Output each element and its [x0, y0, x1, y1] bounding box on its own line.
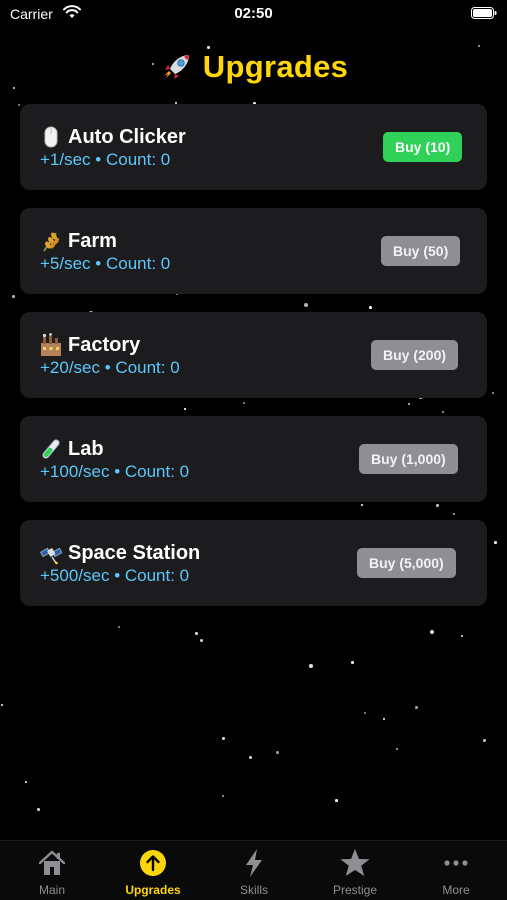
ellipsis-icon: [444, 860, 468, 866]
buy-space-station-button[interactable]: Buy (5,000): [357, 548, 456, 578]
star-dot: [276, 751, 279, 754]
satellite-icon: [40, 547, 62, 565]
star-dot: [18, 104, 20, 106]
mouse-icon: [44, 126, 58, 148]
upgrade-name: Space Station: [68, 541, 201, 564]
star-icon: [340, 849, 370, 876]
star-dot: [12, 295, 15, 298]
arrow-up-circle-icon: [140, 850, 166, 876]
star-dot: [492, 392, 494, 394]
star-dot: [118, 626, 121, 629]
status-bar: Carrier 02:50: [0, 0, 507, 30]
star-dot: [351, 661, 354, 664]
tab-upgrades[interactable]: Upgrades: [103, 847, 203, 900]
page-title-text: Upgrades: [202, 49, 349, 84]
tab-bar: Main Upgrades Skills Prestige More: [0, 840, 507, 900]
star-dot: [335, 799, 338, 802]
star-dot: [25, 781, 27, 783]
star-dot: [442, 411, 445, 414]
star-dot: [200, 639, 203, 642]
upgrade-stats: +5/sec • Count: 0: [40, 254, 171, 273]
factory-icon: [41, 333, 61, 356]
buy-farm-button[interactable]: Buy (50): [381, 236, 461, 266]
star-dot: [408, 403, 411, 406]
star-dot: [309, 664, 313, 668]
tab-skills[interactable]: Skills: [204, 847, 304, 900]
tab-prestige[interactable]: Prestige: [305, 847, 405, 900]
star-dot: [243, 402, 245, 404]
tab-label: Upgrades: [125, 883, 181, 897]
upgrade-stats: +500/sec • Count: 0: [40, 566, 190, 585]
buy-lab-button[interactable]: Buy (1,000): [359, 444, 458, 474]
star-dot: [494, 541, 497, 544]
test-tube-icon: [42, 439, 60, 459]
star-dot: [1, 704, 3, 706]
buy-factory-button[interactable]: Buy (200): [371, 340, 459, 370]
star-dot: [483, 739, 486, 742]
upgrade-card-lab: Lab +100/sec • Count: 0 Buy (1,000): [20, 416, 487, 502]
star-dot: [195, 632, 199, 636]
star-dot: [184, 408, 186, 410]
upgrade-card-space-station: Space Station +500/sec • Count: 0 Buy (5…: [20, 520, 487, 606]
clock: 02:50: [234, 5, 273, 22]
tab-label: More: [442, 883, 470, 897]
star-dot: [461, 635, 464, 638]
star-dot: [37, 808, 40, 811]
upgrade-stats: +20/sec • Count: 0: [40, 358, 180, 377]
tab-label: Prestige: [332, 883, 378, 897]
star-dot: [430, 630, 434, 634]
star-dot: [383, 718, 386, 721]
star-dot: [436, 504, 439, 507]
rocket-icon: [163, 55, 189, 79]
house-icon: [38, 850, 66, 875]
upgrade-stats: +100/sec • Count: 0: [40, 462, 190, 481]
battery-icon: [471, 7, 497, 19]
star-dot: [415, 706, 418, 709]
star-dot: [222, 737, 225, 740]
page-title: Upgrades: [0, 46, 507, 88]
upgrade-card-auto-clicker: Auto Clicker +1/sec • Count: 0 Buy (10): [20, 104, 487, 190]
upgrade-card-factory: Factory +20/sec • Count: 0 Buy (200): [20, 312, 487, 398]
tab-label: Skills: [239, 883, 268, 897]
upgrade-card-farm: Farm +5/sec • Count: 0 Buy (50): [20, 208, 487, 294]
tab-main[interactable]: Main: [2, 847, 102, 900]
tab-label: Main: [38, 883, 65, 897]
upgrade-name: Farm: [68, 229, 117, 252]
wheat-icon: [43, 232, 59, 252]
star-dot: [396, 748, 398, 750]
star-dot: [304, 303, 308, 307]
buy-auto-clicker-button[interactable]: Buy (10): [383, 132, 463, 162]
star-dot: [361, 504, 363, 506]
star-dot: [453, 513, 456, 516]
upgrade-name: Lab: [68, 437, 104, 460]
app-screen: Carrier 02:50 Upgrades Auto Clicker +1/s…: [0, 0, 507, 900]
upgrade-name: Auto Clicker: [68, 125, 186, 148]
upgrade-stats: +1/sec • Count: 0: [40, 150, 171, 169]
star-dot: [222, 795, 224, 797]
star-dot: [249, 756, 253, 760]
bolt-icon: [246, 849, 262, 877]
upgrade-name: Factory: [68, 333, 141, 356]
star-dot: [369, 306, 372, 309]
star-dot: [364, 712, 366, 714]
tab-more[interactable]: More: [406, 847, 506, 900]
